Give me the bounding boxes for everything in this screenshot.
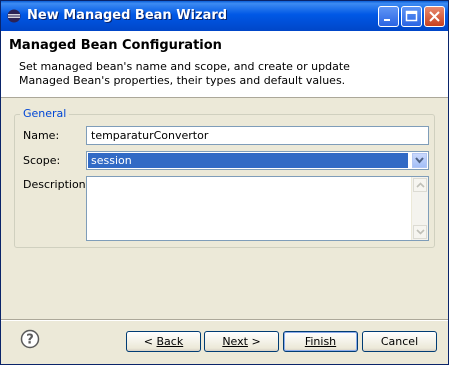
svg-text:?: ?: [26, 333, 34, 348]
title-bar[interactable]: New Managed Bean Wizard: [1, 1, 448, 31]
minimize-button[interactable]: [378, 6, 399, 27]
back-label: Back: [156, 335, 184, 348]
eclipse-icon: [7, 9, 21, 23]
chevron-up-icon: [416, 182, 425, 188]
name-label: Name:: [23, 129, 60, 142]
back-button[interactable]: < Back: [126, 331, 201, 352]
help-icon[interactable]: ?: [20, 329, 40, 349]
description-scrollbar[interactable]: [411, 177, 428, 240]
scope-selected-value: session: [88, 153, 408, 168]
back-prefix: <: [143, 335, 157, 348]
wizard-window: New Managed Bean Wizard Managed Bean Con…: [0, 0, 449, 365]
next-suffix: >: [247, 335, 261, 348]
description-label: Description:: [23, 178, 90, 191]
general-group-label: General: [20, 107, 70, 120]
chevron-down-icon: [416, 229, 425, 235]
scroll-down-button[interactable]: [413, 225, 427, 239]
window-title: New Managed Bean Wizard: [27, 8, 228, 23]
finish-button[interactable]: Finish: [283, 331, 358, 352]
page-description: Set managed bean's name and scope, and c…: [19, 60, 350, 87]
close-button[interactable]: [424, 6, 445, 27]
cancel-label: Cancel: [380, 335, 419, 348]
finish-label: Finish: [304, 335, 337, 348]
footer-separator: [1, 319, 448, 321]
scope-select[interactable]: session: [86, 151, 429, 170]
scope-label: Scope:: [23, 154, 61, 167]
scope-dropdown-button[interactable]: [412, 153, 427, 168]
name-input[interactable]: temparaturConvertor: [86, 126, 429, 145]
minimize-icon: [384, 19, 390, 21]
next-button[interactable]: Next >: [204, 331, 279, 352]
chevron-down-icon: [415, 157, 424, 164]
wizard-banner-icon: [403, 39, 437, 73]
next-label: Next: [222, 335, 248, 348]
wizard-header: Managed Bean Configuration Set managed b…: [1, 31, 448, 98]
description-textarea[interactable]: [86, 176, 429, 241]
page-title: Managed Bean Configuration: [9, 38, 222, 53]
close-icon: [429, 11, 440, 22]
scroll-up-button[interactable]: [413, 178, 427, 192]
maximize-icon: [405, 10, 418, 22]
cancel-button[interactable]: Cancel: [362, 331, 437, 352]
maximize-button[interactable]: [401, 6, 422, 27]
